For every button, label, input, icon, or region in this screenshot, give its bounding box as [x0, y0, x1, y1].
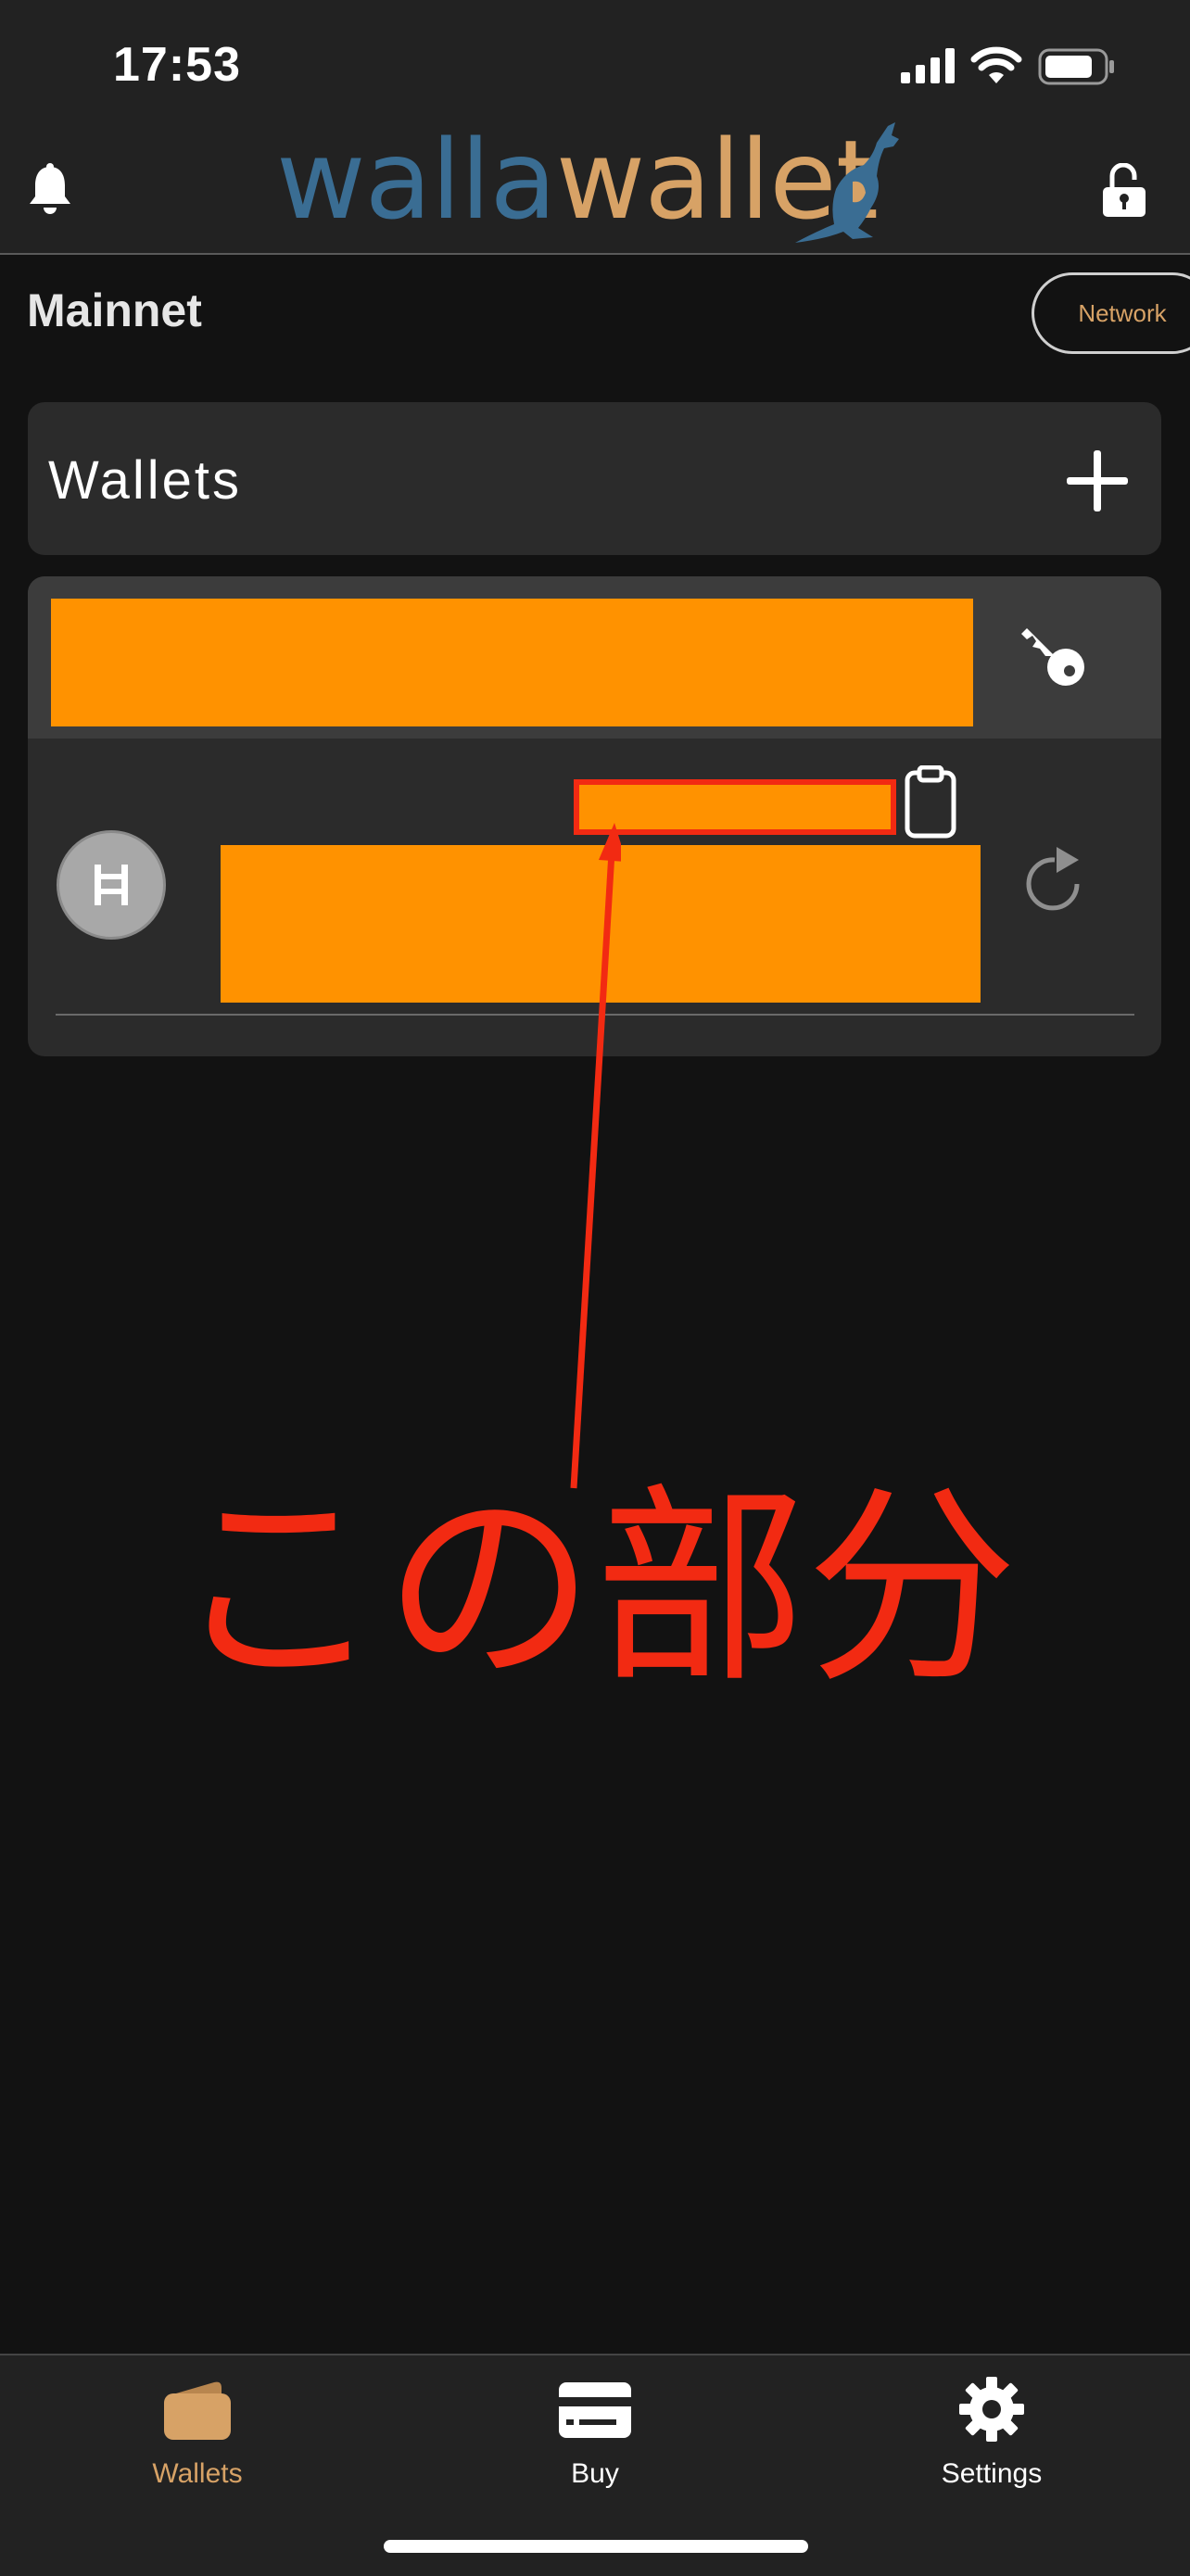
tab-wallets-label: Wallets	[152, 2458, 243, 2489]
card-icon	[557, 2380, 633, 2440]
plus-icon[interactable]	[1065, 448, 1130, 513]
clipboard-icon[interactable]	[905, 765, 956, 840]
home-indicator[interactable]	[384, 2540, 808, 2553]
tab-wallets[interactable]: Wallets	[58, 2358, 336, 2497]
wallets-title: Wallets	[48, 450, 242, 511]
hbar-icon	[57, 830, 166, 940]
refresh-icon[interactable]	[1023, 843, 1090, 917]
gear-icon	[957, 2375, 1026, 2443]
key-icon[interactable]	[1019, 619, 1094, 693]
tab-buy-label: Buy	[571, 2458, 619, 2489]
wallet-icon	[160, 2379, 234, 2443]
kangaroo-logo-icon	[788, 122, 918, 245]
bell-icon[interactable]	[28, 163, 72, 217]
redacted-wallet-name	[51, 599, 973, 726]
status-time: 17:53	[113, 38, 241, 92]
battery-icon	[1038, 48, 1116, 85]
annotation-arrow	[556, 815, 621, 1492]
tab-settings[interactable]: Settings	[853, 2358, 1131, 2497]
wifi-icon	[970, 46, 1022, 85]
cellular-signal-icon	[901, 48, 956, 83]
network-name: Mainnet	[27, 284, 202, 336]
redacted-account-id	[574, 779, 896, 835]
annotation-text: この部分	[172, 1465, 1018, 1711]
tab-buy[interactable]: Buy	[456, 2358, 734, 2497]
logo-walla: walla	[276, 116, 557, 244]
unlocked-padlock-icon[interactable]	[1101, 163, 1147, 219]
network-button[interactable]: Network	[1032, 272, 1190, 354]
tab-settings-label: Settings	[941, 2458, 1043, 2489]
